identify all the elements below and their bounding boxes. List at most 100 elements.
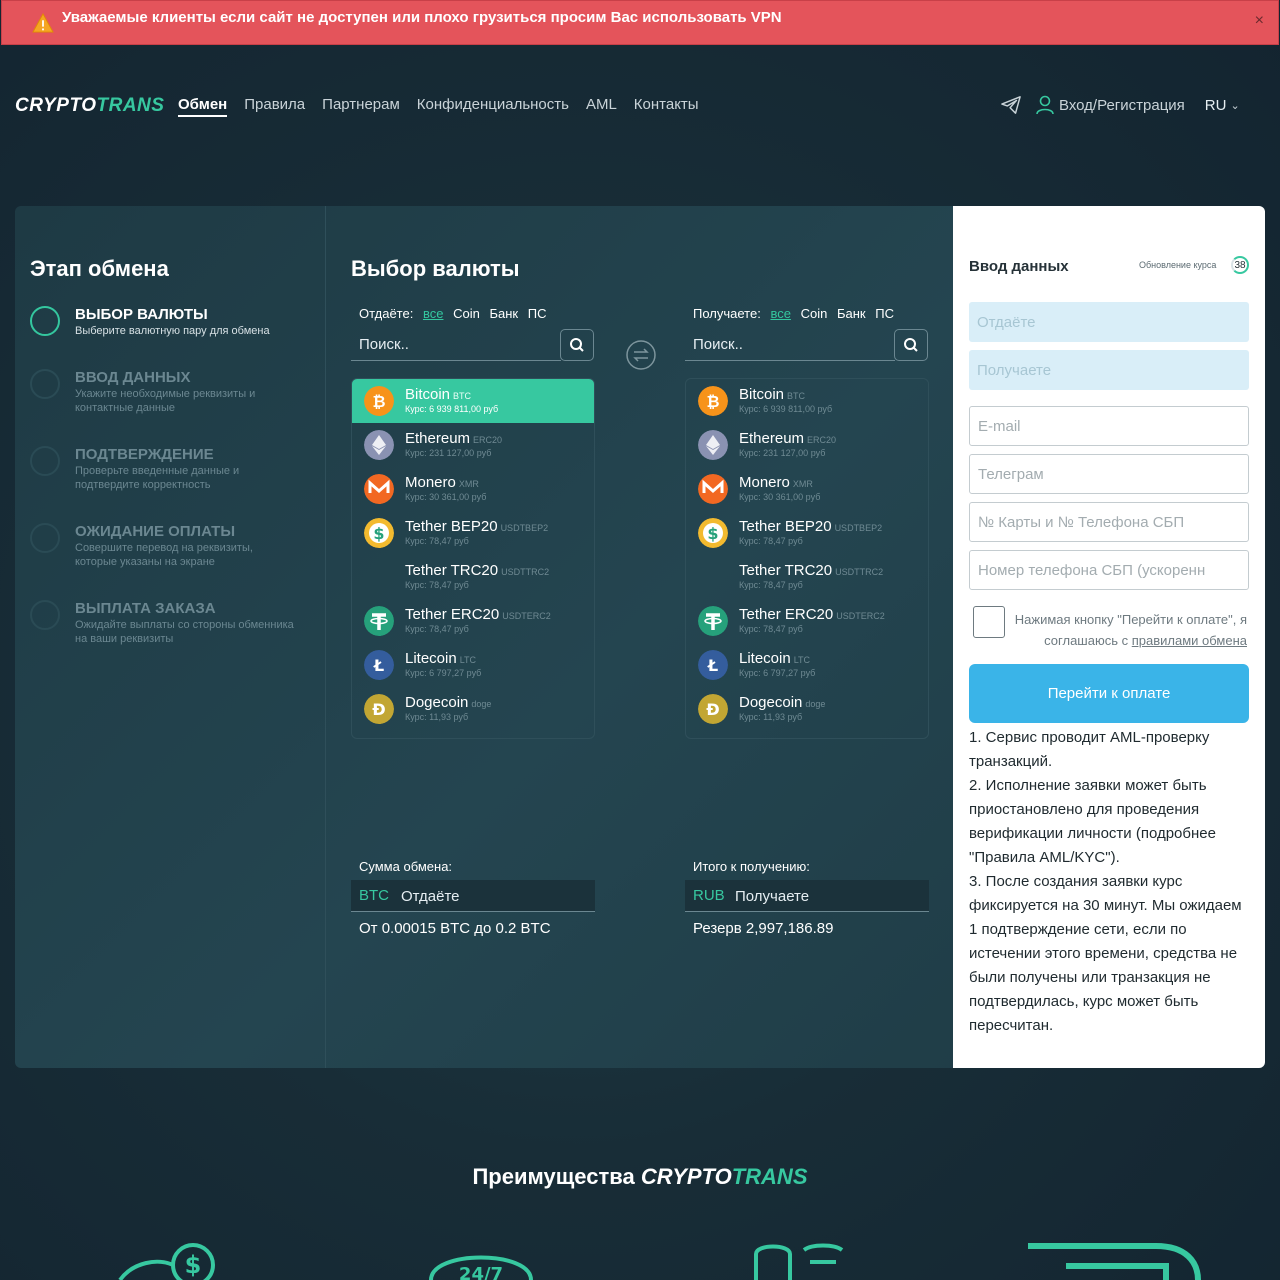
filter-all[interactable]: все [770,306,791,321]
step-desc: Совершите перевод на реквизиты, которые … [75,542,253,568]
currency-rate: Курс: 231 127,00 руб [405,448,492,458]
get-search-input[interactable] [685,329,895,361]
get-label: Получаете: [693,306,761,321]
currency-ticker: doge [805,699,826,709]
sbp-phone-field[interactable] [969,550,1249,590]
close-icon[interactable]: × [1255,12,1264,30]
currency-name: Tether BEP20 USDTBEP2 [739,518,883,535]
email-field[interactable] [969,406,1249,446]
rules-link[interactable]: правилами обмена [1132,633,1247,648]
filter-bank[interactable]: Банк [837,306,866,321]
search-button[interactable] [560,329,594,361]
exchange-panel: Этап обмена Выбор валюты Выберите валютн… [15,206,1265,1068]
card-number-field[interactable] [969,502,1249,542]
currency-ticker: USDTERC2 [836,611,885,621]
top-navigation: CRYPTOTRANS Обмен Правила Партнерам Конф… [0,80,1280,132]
chevron-down-icon[interactable]: ⌄ [1230,99,1239,112]
currency-selection: Выбор валюты Отдаёте: все Coin Банк ПС ₿… [327,206,953,1068]
tether-erc20-icon [364,606,394,636]
currency-item[interactable]: Ð Dogecoin doge Курс: 11,93 руб [352,687,594,731]
step-title: Ввод данных [75,369,191,386]
currency-item[interactable]: Ð Dogecoin doge Курс: 11,93 руб [686,687,928,731]
currency-ticker: XMR [458,479,479,489]
currency-ticker: BTC [453,391,472,401]
currency-item[interactable]: Ethereum ERC20 Курс: 231 127,00 руб [352,423,594,467]
telegram-field[interactable] [969,454,1249,494]
filter-ps[interactable]: ПС [528,306,547,321]
nav-item-privacy[interactable]: Конфиденциальность [417,96,569,117]
give-sum-box: BTC [351,880,595,912]
svg-text:$: $ [373,524,384,543]
currency-item[interactable]: Monero XMR Курс: 30 361,00 руб [686,467,928,511]
agree-checkbox[interactable] [973,606,1005,638]
banner-text: Уважаемые клиенты если сайт не доступен … [62,9,782,26]
search-icon [904,338,918,352]
give-currency-list: ₿ Bitcoin BTC Курс: 6 939 811,00 руб Ethereu… [351,378,595,739]
currency-item[interactable]: Monero XMR Курс: 30 361,00 руб [352,467,594,511]
filter-all[interactable]: все [423,306,444,321]
filter-ps[interactable]: ПС [875,306,894,321]
step-desc: Проверьте введенные данные и подтвердите… [75,465,240,491]
nav-right: Вход/Регистрация RU ⌄ [1000,95,1240,115]
step-indicator [30,369,60,399]
rate-update-label: Обновление курса [1139,260,1217,270]
give-limits: От 0.00015 BTC до 0.2 BTC [359,920,551,937]
monero-icon [364,474,394,504]
give-summary-field[interactable] [969,302,1249,342]
tether-trc20-icon [364,562,394,592]
nav-item-rules[interactable]: Правила [244,96,305,117]
nav-item-contacts[interactable]: Контакты [634,96,699,117]
filter-bank[interactable]: Банк [489,306,518,321]
give-search-input[interactable] [351,329,561,361]
filter-coin[interactable]: Coin [801,306,828,321]
get-column: Получаете: все Coin Банк ПС ₿BitcoinBTCК… [685,306,929,937]
user-icon[interactable] [1036,95,1054,115]
currency-name: Ethereum ERC20 [739,430,837,447]
get-summary-field[interactable] [969,350,1249,390]
currency-item[interactable]: Ł Litecoin LTC Курс: 6 797,27 руб [686,643,928,687]
svg-text:Ð: Ð [372,700,385,719]
search-button[interactable] [894,329,928,361]
currency-ticker: ERC20 [473,435,503,445]
currency-item[interactable]: ₿ Bitcoin BTC Курс: 6 939 811,00 руб [686,379,928,423]
currency-name: Tether BEP20 USDTBEP2 [405,518,549,535]
logo[interactable]: CRYPTOTRANS [15,95,164,117]
nav-item-aml[interactable]: AML [586,96,617,117]
step-title: Ожидание оплаты [75,523,236,540]
currency-rate: Курс: 11,93 руб [739,712,803,722]
currency-name: Dogecoin doge [405,694,492,711]
currency-item[interactable]: Tether ERC20 USDTERC2 Курс: 78,47 руб [686,599,928,643]
currency-item[interactable]: Ethereum ERC20 Курс: 231 127,00 руб [686,423,928,467]
give-amount-input[interactable] [401,880,591,912]
currency-name: Bitcoin BTC [405,386,472,403]
currency-name: Dogecoin doge [739,694,826,711]
step-desc: Выберите валютную пару для обмена [75,325,270,337]
telegram-icon[interactable] [1000,95,1022,115]
get-currency-code: RUB [693,887,725,904]
currency-item[interactable]: Tether TRC20 USDTTRC2 Курс: 78,47 руб [352,555,594,599]
currency-item[interactable]: $ Tether BEP20 USDTBEP2 Курс: 78,47 руб [352,511,594,555]
swap-icon[interactable] [625,339,657,371]
nav-item-exchange[interactable]: Обмен [178,96,228,117]
currency-item[interactable]: Ł Litecoin LTC Курс: 6 797,27 руб [352,643,594,687]
svg-text:Ð: Ð [706,700,719,719]
filter-coin[interactable]: Coin [453,306,480,321]
currency-rate: Курс: 78,47 руб [405,536,469,546]
step-indicator [30,523,60,553]
currency-item[interactable]: ₿ Bitcoin BTC Курс: 6 939 811,00 руб [352,379,594,423]
currency-rate: Курс: 78,47 руб [739,624,803,634]
proceed-to-payment-button[interactable]: Перейти к оплате [969,664,1249,723]
note-item: 3. После создания заявки курс фиксируетс… [969,873,1242,1034]
language-selector[interactable]: RU [1205,97,1227,114]
currency-item[interactable]: Tether ERC20 USDTERC2 Курс: 78,47 руб [352,599,594,643]
currency-rate: Курс: 78,47 руб [405,580,469,590]
get-amount-input[interactable] [735,880,925,912]
currency-item[interactable]: Tether TRC20 USDTTRC2 Курс: 78,47 руб [686,555,928,599]
login-link[interactable]: Вход/Регистрация [1059,97,1185,114]
currency-rate: Курс: 6 797,27 руб [405,668,482,678]
tether-bep20-icon: $ [364,518,394,548]
svg-text:Ł: Ł [373,656,384,675]
step-desc: Ожидайте выплаты со стороны обменника на… [75,619,294,645]
currency-item[interactable]: $ Tether BEP20 USDTBEP2 Курс: 78,47 руб [686,511,928,555]
nav-item-partners[interactable]: Партнерам [322,96,400,117]
